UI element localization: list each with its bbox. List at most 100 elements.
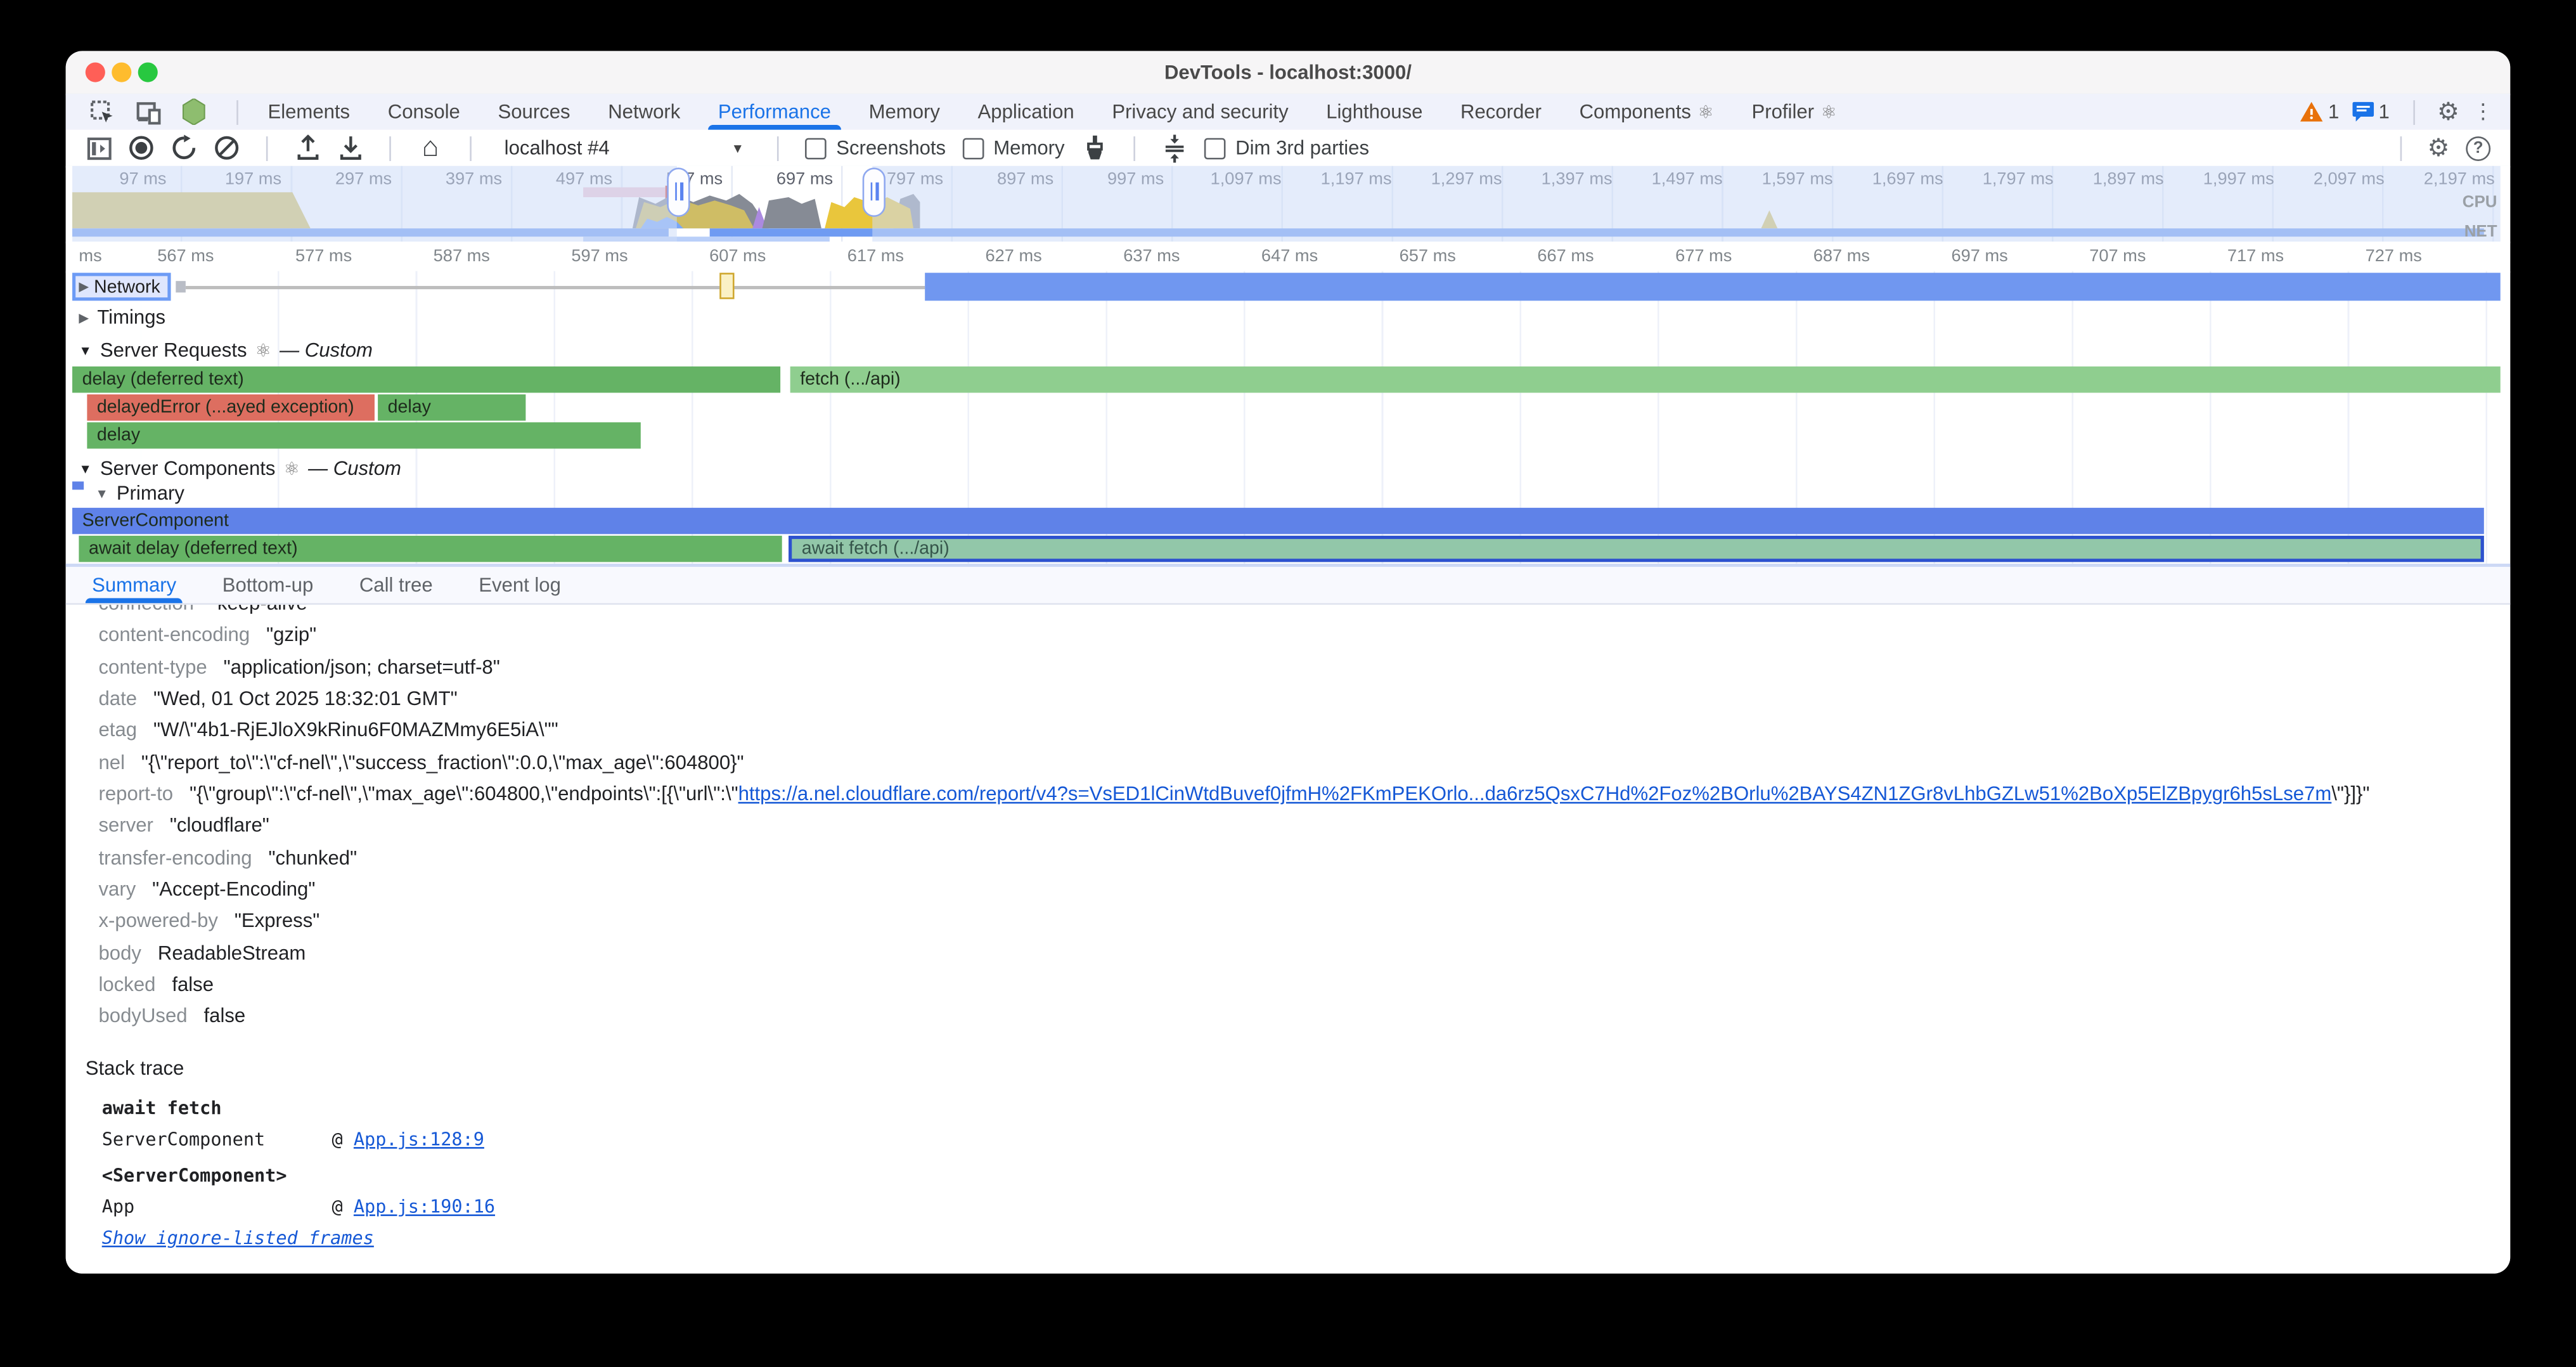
inspect-element-icon[interactable] (89, 99, 115, 125)
warning-icon (2300, 102, 2323, 122)
ruler-tick-label: 567 ms (157, 247, 214, 266)
server-component-bar[interactable]: await delay (deferred text) (79, 536, 782, 562)
ruler-tick-label: 597 ms (571, 247, 628, 266)
network-request-bar[interactable] (925, 273, 2501, 301)
settings-gear-icon[interactable]: ⚙ (2437, 100, 2459, 124)
clear-icon[interactable] (214, 135, 240, 161)
header-row: lockedfalse (99, 973, 214, 995)
devtools-tab[interactable]: Recorder⚛ (1460, 94, 1542, 130)
ruler-tick-label: 687 ms (1813, 247, 1870, 266)
header-key: nel (99, 751, 126, 774)
titlebar: DevTools - localhost:3000/ (66, 51, 2511, 95)
devtools-tab[interactable]: Sources⚛ (498, 94, 570, 130)
panel-settings-gear-icon[interactable]: ⚙ (2428, 136, 2450, 160)
record-icon[interactable] (128, 135, 154, 161)
overview-left-handle[interactable] (667, 167, 690, 217)
ruler-tick-label: 647 ms (1261, 247, 1318, 266)
selected-network-request[interactable] (719, 273, 734, 299)
collapse-shortcuts-icon[interactable] (1162, 135, 1188, 161)
stack-frame: await fetch (102, 1098, 222, 1119)
devtools-tab[interactable]: Lighthouse⚛ (1326, 94, 1422, 130)
devtools-tab[interactable]: Network⚛ (608, 94, 680, 130)
overview-dim-right (872, 166, 2500, 242)
header-row: x-powered-by"Express" (99, 909, 320, 932)
server-components-header[interactable]: ▼ Server Components ⚛ — Custom (79, 457, 401, 480)
server-request-bar[interactable]: delayedError (...ayed exception) (87, 394, 375, 420)
details-tab[interactable]: Event log (479, 567, 561, 603)
devtools-tab[interactable]: Elements⚛ (267, 94, 350, 130)
more-options-icon[interactable]: ⋮ (2473, 99, 2494, 125)
ruler-tick-label: 697 ms (1951, 247, 2007, 266)
memory-checkbox[interactable]: Memory (962, 136, 1065, 159)
garbage-collect-icon[interactable] (1081, 135, 1107, 161)
primary-group-label[interactable]: ▼ Primary (95, 481, 184, 504)
header-row: etag "W/\"4b1-RjEJloX9kRinu6F0MAZMmy6E5iA… (99, 718, 558, 741)
devtools-tab[interactable]: Components⚛ (1580, 94, 1714, 130)
server-request-bar[interactable]: delay (deferred text) (72, 366, 780, 392)
timeline-overview[interactable]: 97 ms197 ms297 ms397 ms497 ms597 ms697 m… (66, 166, 2511, 243)
server-component-bar[interactable]: await fetch (.../api) (789, 536, 2484, 562)
header-value: ReadableStream (158, 941, 306, 964)
reload-and-record-icon[interactable] (171, 135, 197, 161)
report-to-url-link[interactable]: https://a.nel.cloudflare.com/report/v4?s… (738, 782, 2332, 805)
dim-3rd-parties-checkbox[interactable]: Dim 3rd parties (1204, 136, 1369, 159)
devtools-tabs: Elements⚛ Console⚛ Sources⚛ Network⚛ Per… (267, 94, 1837, 130)
screenshots-checkbox[interactable]: Screenshots (805, 136, 946, 159)
header-value: "chunked" (268, 846, 357, 869)
timings-track-label[interactable]: ▶ Timings (79, 306, 165, 328)
header-key: etag (99, 718, 138, 741)
details-pane: connection"keep-alive"content-encoding"g… (66, 603, 2511, 1273)
save-profile-icon[interactable] (337, 135, 363, 161)
ruler-tick-label: 607 ms (709, 247, 766, 266)
screen: DevTools - localhost:3000/ Elements⚛ (0, 0, 2576, 1367)
devtools-tab[interactable]: Memory⚛ (869, 94, 940, 130)
header-row: report-to"{\"group\":\"cf-nel\",\"max_ag… (99, 782, 2370, 805)
network-resize-handle[interactable] (176, 281, 186, 292)
home-icon[interactable]: ⌂ (417, 135, 443, 161)
header-key: connection (99, 603, 194, 614)
frame-name: await fetch (102, 1098, 222, 1119)
target-select[interactable]: localhost #4 ▼ (498, 136, 750, 159)
server-request-bar[interactable]: delay (87, 422, 640, 448)
nodejs-icon[interactable] (181, 99, 207, 125)
track-indent-marker (72, 481, 84, 489)
issues-badge[interactable]: 1 (2352, 100, 2390, 123)
toggle-sidebar-icon[interactable] (86, 135, 112, 161)
devtools-tab[interactable]: Console⚛ (388, 94, 460, 130)
source-location-link[interactable]: App.js:128:9 (354, 1129, 484, 1151)
devtools-tab[interactable]: Performance⚛ (718, 94, 831, 130)
devtools-tab[interactable]: Privacy and security⚛ (1112, 94, 1288, 130)
network-track-label[interactable]: ▶ Network (72, 273, 171, 301)
device-toolbar-icon[interactable] (135, 99, 161, 125)
server-request-bar[interactable]: fetch (.../api) (790, 366, 2501, 392)
server-component-bar[interactable]: ServerComponent (72, 508, 2484, 534)
chevron-down-icon: ▼ (731, 141, 745, 155)
target-select-value: localhost #4 (505, 136, 610, 159)
source-location-link[interactable]: App.js:190:16 (354, 1196, 495, 1218)
devtools-tab[interactable]: Profiler⚛ (1752, 94, 1837, 130)
header-value: "W/\"4b1-RjEJloX9kRinu6F0MAZMmy6E5iA\"" (153, 718, 558, 741)
load-profile-icon[interactable] (294, 135, 320, 161)
details-tabbar: Summary Bottom-up Call tree Event log (66, 567, 2511, 605)
devtools-tab[interactable]: Application⚛ (978, 94, 1074, 130)
show-ignore-listed-frames-link[interactable]: Show ignore-listed frames (102, 1228, 374, 1249)
server-requests-header[interactable]: ▼ Server Requests ⚛ — Custom (79, 339, 373, 361)
network-track[interactable]: ▶ Network (66, 273, 2511, 302)
divider (2412, 100, 2414, 124)
stack-frame: <ServerComponent> (102, 1165, 287, 1187)
details-tab[interactable]: Bottom-up (222, 567, 313, 603)
cpu-lane-label: CPU (2463, 194, 2497, 212)
server-request-bar[interactable]: delay (378, 394, 525, 420)
details-tab[interactable]: Call tree (359, 567, 433, 603)
header-value: "gzip" (266, 623, 316, 646)
overview-right-handle[interactable] (863, 167, 886, 217)
flamechart-tracks[interactable]: ▶ Network ▶ Timings ▼ Server Requests ⚛ … (66, 271, 2511, 567)
header-value: "{\"report_to\":\"cf-nel\",\"success_fra… (141, 751, 744, 774)
header-value: "application/json; charset=utf-8" (224, 655, 500, 678)
details-tab[interactable]: Summary (92, 567, 176, 603)
help-icon[interactable]: ? (2466, 136, 2490, 160)
header-row: transfer-encoding"chunked" (99, 846, 357, 869)
header-row: content-encoding"gzip" (99, 623, 317, 646)
server-components-rows: ServerComponentawait delay (deferred tex… (66, 508, 2511, 564)
warnings-badge[interactable]: 1 (2300, 100, 2339, 123)
